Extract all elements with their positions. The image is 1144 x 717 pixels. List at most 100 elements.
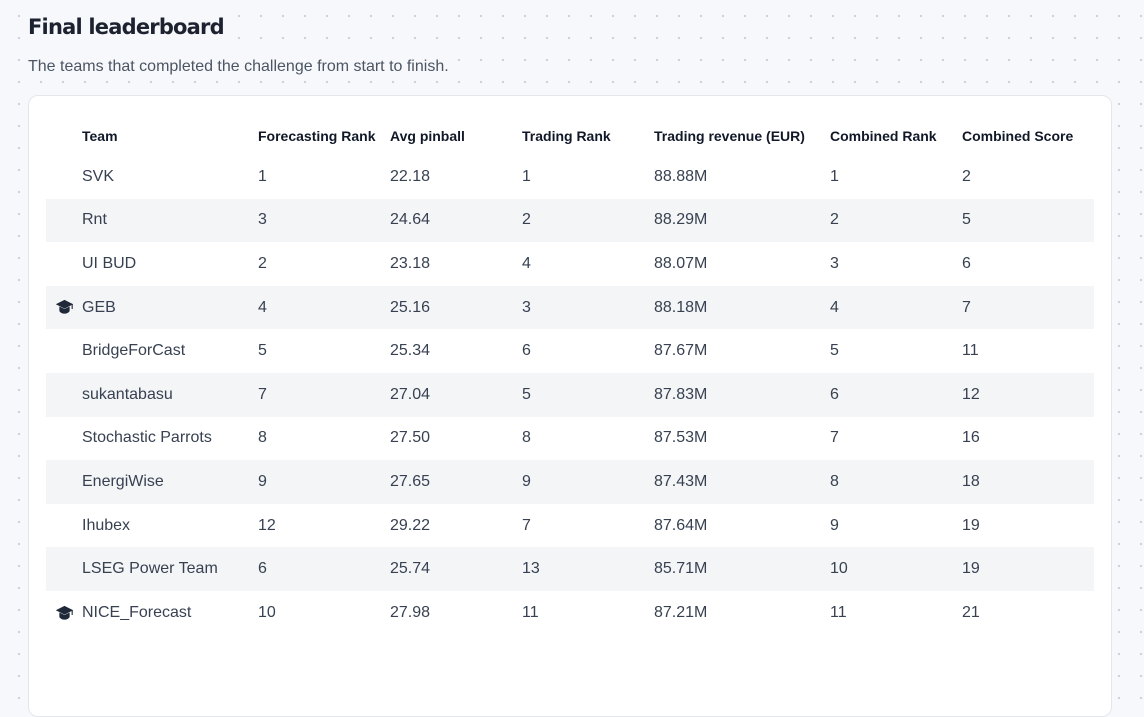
table-row: Stochastic Parrots 8 27.50 8 87.53M 7 16 bbox=[46, 417, 1094, 461]
team-name-cell: UI BUD bbox=[82, 254, 137, 272]
forecasting-rank-cell: 2 bbox=[258, 254, 267, 272]
table-row: SVK 1 22.18 1 88.88M 1 2 bbox=[46, 155, 1094, 199]
trading-rank-cell: 5 bbox=[522, 372, 654, 417]
team-name-cell: Ihubex bbox=[82, 516, 131, 534]
forecasting-rank-cell: 10 bbox=[258, 603, 276, 621]
column-header-avg-pinball: Avg pinball bbox=[390, 127, 465, 144]
combined-rank-cell: 8 bbox=[830, 460, 962, 504]
column-header-trading-revenue: Trading revenue (EUR) bbox=[654, 127, 805, 144]
combined-rank-cell: 4 bbox=[830, 285, 962, 330]
team-name-cell: LSEG Power Team bbox=[82, 547, 258, 591]
leaderboard-table: Team Forecasting Rank Avg pinball Tradin… bbox=[46, 116, 1094, 635]
table-row: GEB 4 25.16 3 88.18M 4 7 bbox=[46, 285, 1094, 330]
trading-revenue-cell: 87.64M bbox=[654, 516, 708, 534]
combined-rank-cell: 5 bbox=[830, 342, 839, 360]
forecasting-rank-cell: 12 bbox=[258, 516, 276, 534]
row-icon-cell bbox=[46, 372, 82, 417]
trading-rank-cell: 11 bbox=[522, 603, 539, 621]
header-row: Team Forecasting Rank Avg pinball Tradin… bbox=[46, 116, 1094, 155]
table-row: EnergiWise 9 27.65 9 87.43M 8 18 bbox=[46, 460, 1094, 504]
combined-score-cell: 11 bbox=[962, 342, 979, 360]
combined-score-cell: 19 bbox=[962, 547, 1094, 591]
trading-revenue-cell: 88.88M bbox=[654, 167, 708, 185]
avg-pinball-cell: 25.16 bbox=[390, 285, 522, 330]
table-row: BridgeForCast 5 25.34 6 87.67M 5 11 bbox=[46, 329, 1094, 373]
trading-revenue-cell: 88.07M bbox=[654, 254, 708, 272]
team-name-cell: EnergiWise bbox=[82, 460, 258, 504]
team-name-cell: Stochastic Parrots bbox=[82, 429, 212, 447]
row-icon-cell bbox=[46, 460, 82, 504]
combined-rank-cell: 7 bbox=[830, 429, 839, 447]
column-header-trading-rank: Trading Rank bbox=[522, 127, 611, 144]
avg-pinball-cell: 27.50 bbox=[390, 429, 431, 447]
trading-rank-cell: 2 bbox=[522, 198, 654, 243]
team-name-cell: sukantabasu bbox=[82, 372, 258, 417]
leaderboard-card: Team Forecasting Rank Avg pinball Tradin… bbox=[28, 95, 1112, 717]
combined-score-cell: 6 bbox=[962, 254, 971, 272]
trading-rank-cell: 4 bbox=[522, 254, 531, 272]
trading-revenue-cell: 87.53M bbox=[654, 429, 708, 447]
table-row: Ihubex 12 29.22 7 87.64M 9 19 bbox=[46, 504, 1094, 548]
avg-pinball-cell: 25.74 bbox=[390, 547, 522, 591]
trading-revenue-cell: 87.21M bbox=[654, 603, 708, 621]
forecasting-rank-cell: 7 bbox=[258, 372, 390, 417]
column-header-team: Team bbox=[82, 127, 118, 144]
combined-rank-cell: 11 bbox=[830, 603, 847, 621]
trading-revenue-cell: 85.71M bbox=[654, 547, 830, 591]
team-name-cell: Rnt bbox=[82, 198, 258, 243]
icon-column-header bbox=[46, 116, 82, 155]
combined-score-cell: 21 bbox=[962, 603, 980, 621]
avg-pinball-cell: 25.34 bbox=[390, 342, 431, 360]
graduation-cap-icon bbox=[55, 604, 74, 621]
forecasting-rank-cell: 1 bbox=[258, 167, 267, 185]
combined-rank-cell: 1 bbox=[830, 167, 839, 185]
table-body: SVK 1 22.18 1 88.88M 1 2 Rnt 3 24.64 2 8… bbox=[46, 155, 1094, 635]
page-subtitle: The teams that completed the challenge f… bbox=[28, 58, 453, 76]
column-header-combined-rank: Combined Rank bbox=[830, 127, 937, 144]
table-header: Team Forecasting Rank Avg pinball Tradin… bbox=[46, 116, 1094, 155]
combined-rank-cell: 2 bbox=[830, 198, 962, 243]
avg-pinball-cell: 27.65 bbox=[390, 460, 522, 504]
trading-rank-cell: 7 bbox=[522, 516, 531, 534]
forecasting-rank-cell: 6 bbox=[258, 547, 390, 591]
team-name-cell: GEB bbox=[82, 285, 258, 330]
trading-revenue-cell: 88.29M bbox=[654, 198, 830, 243]
combined-rank-cell: 10 bbox=[830, 547, 962, 591]
combined-score-cell: 16 bbox=[962, 429, 980, 447]
trading-revenue-cell: 87.43M bbox=[654, 460, 830, 504]
page-title: Final leaderboard bbox=[28, 15, 228, 39]
row-icon-cell bbox=[46, 155, 82, 199]
forecasting-rank-cell: 8 bbox=[258, 429, 267, 447]
row-icon-cell bbox=[46, 591, 82, 635]
forecasting-rank-cell: 3 bbox=[258, 198, 390, 243]
trading-rank-cell: 3 bbox=[522, 285, 654, 330]
table-row: sukantabasu 7 27.04 5 87.83M 6 12 bbox=[46, 372, 1094, 417]
team-name-cell: NICE_Forecast bbox=[82, 603, 192, 621]
forecasting-rank-cell: 4 bbox=[258, 285, 390, 330]
row-icon-cell bbox=[46, 198, 82, 243]
table-row: LSEG Power Team 6 25.74 13 85.71M 10 19 bbox=[46, 547, 1094, 591]
table-row: NICE_Forecast 10 27.98 11 87.21M 11 21 bbox=[46, 591, 1094, 635]
combined-rank-cell: 6 bbox=[830, 372, 962, 417]
column-header-forecasting-rank: Forecasting Rank bbox=[258, 127, 376, 144]
trading-rank-cell: 8 bbox=[522, 429, 531, 447]
table-row: Rnt 3 24.64 2 88.29M 2 5 bbox=[46, 198, 1094, 243]
avg-pinball-cell: 29.22 bbox=[390, 516, 431, 534]
column-header-combined-score: Combined Score bbox=[962, 127, 1074, 144]
trading-rank-cell: 6 bbox=[522, 342, 531, 360]
avg-pinball-cell: 27.04 bbox=[390, 372, 522, 417]
forecasting-rank-cell: 9 bbox=[258, 460, 390, 504]
combined-rank-cell: 9 bbox=[830, 516, 839, 534]
forecasting-rank-cell: 5 bbox=[258, 342, 267, 360]
row-icon-cell bbox=[46, 329, 82, 373]
graduation-cap-icon bbox=[55, 299, 74, 316]
trading-revenue-cell: 87.83M bbox=[654, 372, 830, 417]
combined-score-cell: 5 bbox=[962, 198, 1094, 243]
table-row: UI BUD 2 23.18 4 88.07M 3 6 bbox=[46, 242, 1094, 286]
avg-pinball-cell: 23.18 bbox=[390, 254, 431, 272]
row-icon-cell bbox=[46, 417, 82, 461]
combined-score-cell: 18 bbox=[962, 460, 1094, 504]
trading-rank-cell: 9 bbox=[522, 460, 654, 504]
combined-score-cell: 2 bbox=[962, 167, 971, 185]
trading-rank-cell: 1 bbox=[522, 167, 531, 185]
